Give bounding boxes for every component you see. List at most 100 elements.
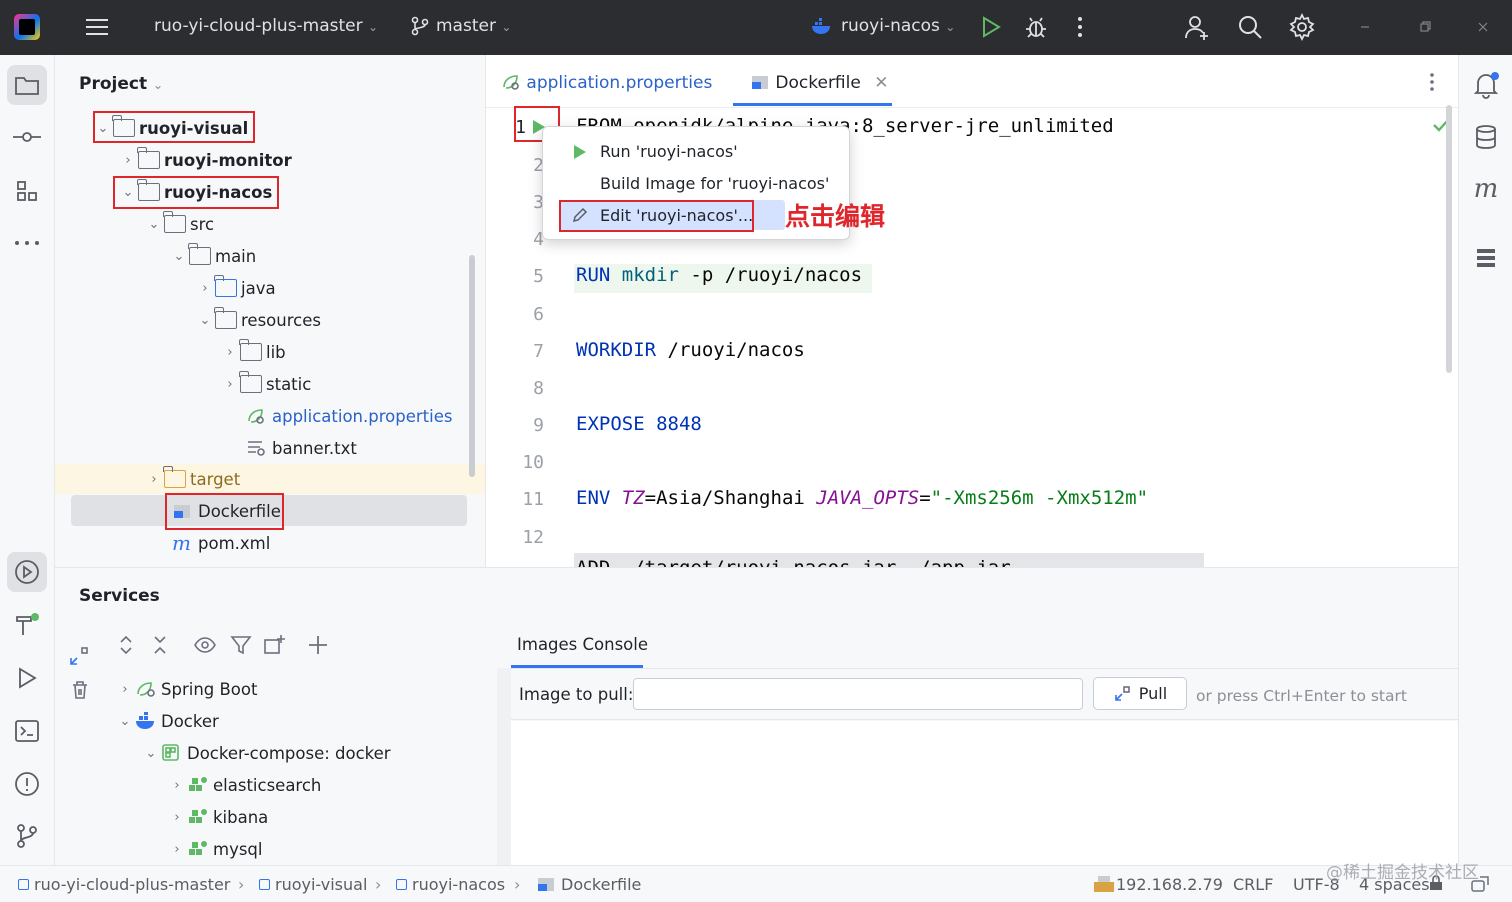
tree-item-java[interactable]: › java — [195, 273, 276, 303]
code-line-9[interactable]: EXPOSE 8848 — [576, 413, 702, 435]
project-folder-icon[interactable] — [7, 65, 47, 105]
tree-item-main[interactable]: ⌄ main — [169, 241, 256, 271]
image-to-pull-input[interactable] — [633, 678, 1083, 710]
database-icon[interactable] — [1466, 117, 1506, 157]
debug-icon[interactable] — [1021, 12, 1051, 42]
more-tools-icon[interactable] — [7, 223, 47, 263]
filter-icon[interactable] — [230, 634, 252, 661]
close-window-icon[interactable] — [1470, 14, 1500, 44]
chevron-right-icon[interactable]: › — [167, 842, 187, 857]
more-vertical-icon[interactable] — [1066, 12, 1096, 42]
expand-collapse-icon[interactable] — [118, 634, 134, 661]
left-tool-strip — [0, 55, 55, 865]
search-icon[interactable] — [1235, 12, 1265, 42]
tree-item-target[interactable]: › target — [144, 464, 240, 494]
images-console-output[interactable] — [511, 721, 1458, 865]
code-string: "-Xms256m -Xmx512m" — [930, 487, 1149, 509]
services-item-elasticsearch[interactable]: › elasticsearch — [167, 770, 321, 800]
problems-icon[interactable] — [7, 764, 47, 804]
menu-item-build-image[interactable]: Build Image for 'ruoyi-nacos' — [600, 174, 829, 193]
notifications-icon[interactable] — [1466, 65, 1506, 105]
trash-icon[interactable] — [70, 680, 90, 704]
chevron-down-icon[interactable]: ⌄ — [195, 313, 215, 328]
line-number: 6 — [533, 304, 544, 325]
menu-item-run[interactable]: Run 'ruoyi-nacos' — [600, 142, 738, 161]
tree-item-ruoyi-monitor[interactable]: › ruoyi-monitor — [118, 145, 292, 175]
chevron-right-icon[interactable]: › — [167, 778, 187, 793]
code-line-11[interactable]: ENV TZ=Asia/Shanghai JAVA_OPTS="-Xms256m… — [576, 487, 1148, 509]
line-number: 2 — [533, 155, 544, 176]
restore-icon[interactable] — [1412, 14, 1442, 44]
chevron-right-icon[interactable]: › — [118, 153, 138, 168]
tree-item-src[interactable]: ⌄ src — [144, 209, 214, 239]
close-tab-icon[interactable]: ✕ — [874, 73, 888, 93]
services-item-docker-compose[interactable]: ⌄ Docker-compose: docker — [141, 738, 391, 768]
minimize-icon[interactable] — [1352, 14, 1382, 44]
tree-item-banner-txt[interactable]: banner.txt — [246, 433, 357, 463]
chevron-right-icon[interactable]: › — [220, 345, 240, 360]
tree-item-application-properties[interactable]: application.properties — [246, 401, 452, 431]
app-logo-icon[interactable] — [14, 14, 40, 40]
container-icon — [187, 808, 209, 826]
tab-images-console[interactable]: Images Console — [517, 635, 648, 654]
project-selector[interactable]: ruo-yi-cloud-plus-master ⌄ — [154, 16, 378, 36]
run-tool-icon[interactable] — [7, 658, 47, 698]
chevron-right-icon[interactable]: › — [167, 810, 187, 825]
add-user-icon[interactable] — [1182, 12, 1212, 42]
text-file-icon — [246, 439, 268, 457]
pull-hint: or press Ctrl+Enter to start — [1196, 687, 1407, 705]
collapse-all-icon[interactable] — [152, 634, 168, 661]
tree-item-lib[interactable]: › lib — [220, 337, 286, 367]
terminal-icon[interactable] — [7, 711, 47, 751]
add-service-icon[interactable] — [307, 634, 329, 661]
breadcrumb-ruoyi-nacos[interactable]: ruoyi-nacos — [396, 875, 505, 894]
eye-icon[interactable] — [193, 634, 217, 661]
gear-icon[interactable] — [1287, 12, 1317, 42]
sftp-host[interactable]: 192.168.2.79 — [1094, 875, 1223, 894]
editor-scrollbar[interactable] — [1446, 105, 1452, 373]
breadcrumb-label: Dockerfile — [561, 875, 642, 894]
chevron-down-icon[interactable]: ⌄ — [115, 714, 135, 729]
services-item-kibana[interactable]: › kibana — [167, 802, 268, 832]
more-vertical-icon[interactable] — [1422, 71, 1442, 93]
line-separator[interactable]: CRLF — [1233, 875, 1273, 894]
run-config-selector[interactable]: ruoyi-nacos ⌄ — [841, 16, 955, 36]
code-line-5[interactable]: RUN mkdir -p /ruoyi/nacos — [576, 264, 862, 286]
new-group-icon[interactable] — [263, 634, 285, 661]
chevron-right-icon[interactable]: › — [144, 472, 164, 487]
pull-button[interactable]: Pull — [1093, 677, 1187, 710]
chevron-down-icon[interactable]: ⌄ — [144, 217, 164, 232]
services-item-docker[interactable]: ⌄ Docker — [115, 706, 219, 736]
main-menu-icon[interactable] — [82, 12, 112, 42]
git-icon[interactable] — [7, 816, 47, 856]
breadcrumb-ruoyi-visual[interactable]: ruoyi-visual — [259, 875, 367, 894]
run-icon[interactable] — [976, 12, 1006, 42]
docker-icon — [810, 14, 840, 44]
code-line-7[interactable]: WORKDIR /ruoyi/nacos — [576, 339, 805, 361]
project-scrollbar[interactable] — [469, 255, 475, 477]
breadcrumb-project[interactable]: ruo-yi-cloud-plus-master — [18, 875, 230, 894]
build-icon[interactable] — [7, 605, 47, 645]
services-item-spring-boot[interactable]: › Spring Boot — [115, 674, 257, 704]
maven-icon[interactable]: m — [1466, 169, 1506, 209]
tree-item-pom-xml[interactable]: m pom.xml — [172, 528, 270, 558]
docker-icon — [135, 712, 157, 730]
tree-item-resources[interactable]: ⌄ resources — [195, 305, 321, 335]
structure-icon[interactable] — [7, 171, 47, 211]
breadcrumb-dockerfile[interactable]: Dockerfile — [537, 875, 641, 894]
project-panel-title[interactable]: Project ⌄ — [79, 74, 163, 94]
services-icon[interactable] — [7, 552, 47, 592]
chevron-right-icon[interactable]: › — [220, 377, 240, 392]
branch-selector[interactable]: master ⌄ — [436, 16, 511, 36]
tab-application-properties[interactable]: application.properties — [501, 73, 712, 93]
chevron-right-icon[interactable]: › — [195, 281, 215, 296]
structure-list-icon[interactable] — [1466, 238, 1506, 278]
chevron-down-icon[interactable]: ⌄ — [141, 746, 161, 761]
chevron-down-icon[interactable]: ⌄ — [169, 249, 189, 264]
tab-dockerfile[interactable]: Dockerfile ✕ — [750, 73, 888, 93]
services-item-mysql[interactable]: › mysql — [167, 834, 262, 864]
maximize-icon[interactable] — [69, 646, 89, 670]
chevron-right-icon[interactable]: › — [115, 682, 135, 697]
commit-icon[interactable] — [7, 117, 47, 157]
tree-item-static[interactable]: › static — [220, 369, 311, 399]
